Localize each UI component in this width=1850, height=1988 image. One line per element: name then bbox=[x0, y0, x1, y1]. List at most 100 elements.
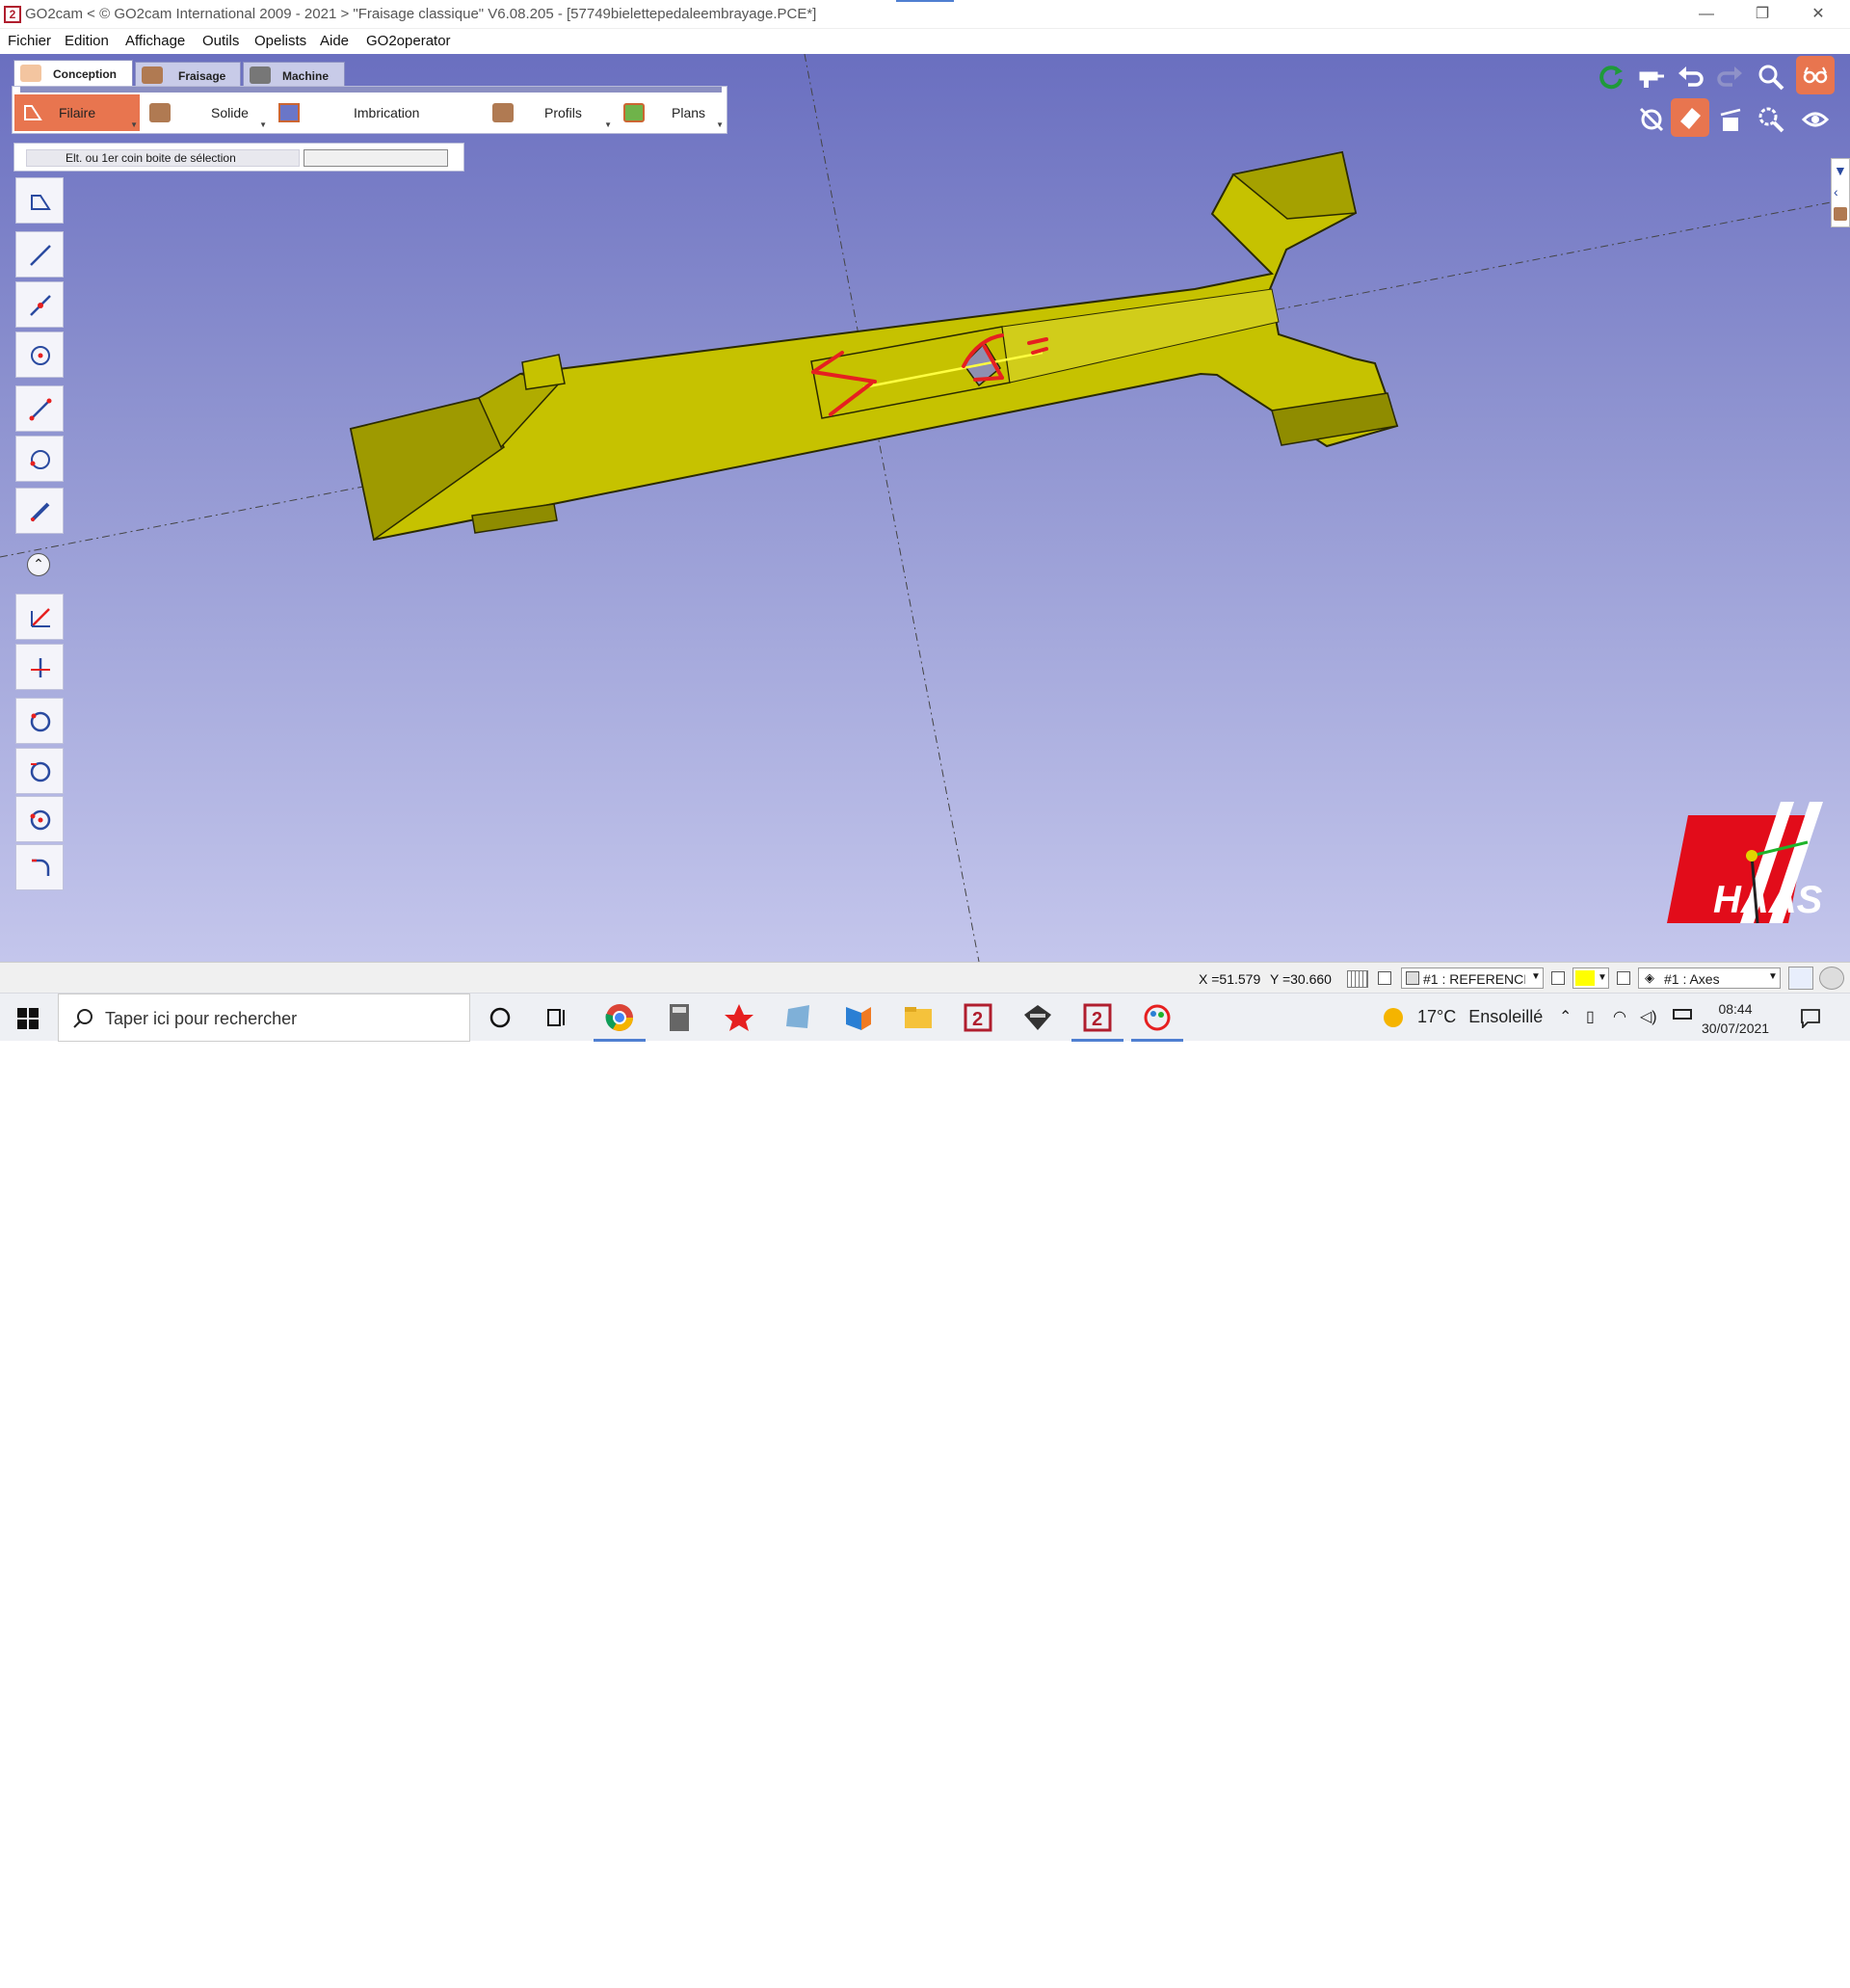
dropdown-arrow-icon[interactable]: ▼ bbox=[604, 120, 612, 129]
pen-tool-button[interactable] bbox=[15, 488, 64, 534]
regenerate-button[interactable] bbox=[1592, 58, 1630, 96]
tab-conception[interactable]: Conception bbox=[13, 60, 133, 88]
zoom-window-button[interactable] bbox=[1752, 100, 1790, 139]
circle-tangent-tool-button[interactable] bbox=[15, 748, 64, 794]
filter-icon[interactable]: ▼ bbox=[1834, 163, 1847, 178]
part-drawing bbox=[0, 54, 1832, 962]
calculator-taskbar-button[interactable] bbox=[663, 1001, 696, 1034]
tab-fraisage[interactable]: Fraisage bbox=[135, 62, 241, 88]
go2cam-taskbar-button-2[interactable]: 2 bbox=[1071, 1001, 1123, 1042]
device-icon[interactable]: ▯ bbox=[1586, 1007, 1595, 1026]
eye-button[interactable] bbox=[1796, 100, 1835, 139]
dropdown-arrow-icon[interactable]: ▼ bbox=[716, 120, 724, 129]
menu-edition[interactable]: Edition bbox=[65, 33, 109, 49]
polyline-tool-button[interactable] bbox=[15, 177, 64, 224]
graphics-viewport[interactable]: HAAS bbox=[0, 54, 1850, 962]
part-icon[interactable] bbox=[1834, 207, 1847, 221]
angle-line-tool-button[interactable] bbox=[15, 594, 64, 640]
tray-chevron-up-icon[interactable]: ⌃ bbox=[1559, 1007, 1572, 1026]
ribbon-filaire-label: Filaire bbox=[59, 105, 96, 120]
tab-machine[interactable]: Machine bbox=[243, 62, 345, 88]
go2cam-icon: 2 bbox=[1083, 1003, 1112, 1032]
weather-text: Ensoleillé bbox=[1468, 1007, 1544, 1026]
taskbar-search[interactable]: Taper ici pour rechercher bbox=[58, 994, 470, 1042]
close-button[interactable]: ✕ bbox=[1796, 0, 1840, 29]
redo-button[interactable] bbox=[1711, 58, 1750, 96]
menu-go2operator[interactable]: GO2operator bbox=[366, 33, 451, 49]
coord-y: Y =30.660 bbox=[1270, 971, 1332, 987]
clean-button[interactable] bbox=[1711, 100, 1750, 139]
perpendicular-tool-button[interactable] bbox=[15, 644, 64, 690]
ribbon-solide-label: Solide bbox=[211, 105, 249, 120]
dropdown-arrow-icon[interactable]: ▼ bbox=[259, 120, 267, 129]
ribbon-plans-button[interactable]: Plans ▼ bbox=[616, 94, 726, 131]
regenerate-icon bbox=[1599, 66, 1623, 90]
line-tool-button[interactable] bbox=[15, 231, 64, 278]
circle-center-tool-button[interactable] bbox=[15, 331, 64, 378]
notification-icon[interactable] bbox=[1800, 1007, 1821, 1028]
circle-point-tool-button[interactable] bbox=[15, 796, 64, 842]
layer-select[interactable]: #1 : REFERENCI ▼ bbox=[1401, 967, 1544, 989]
color-checkbox[interactable] bbox=[1551, 971, 1565, 985]
menu-fichier[interactable]: Fichier bbox=[8, 33, 51, 49]
file-explorer-taskbar-button[interactable] bbox=[902, 1001, 935, 1034]
paint-taskbar-button[interactable] bbox=[1131, 1001, 1183, 1042]
ribbon-profils-button[interactable]: Profils ▼ bbox=[485, 94, 614, 131]
ribbon-solide-button[interactable]: Solide ▼ bbox=[142, 94, 269, 131]
arc-tool-button[interactable] bbox=[15, 436, 64, 482]
ribbon-imbrication-button[interactable]: Imbrication bbox=[271, 94, 483, 131]
haas-logo: HAAS bbox=[1667, 802, 1823, 924]
volume-icon[interactable]: ◁) bbox=[1640, 1007, 1657, 1026]
app-red-taskbar-button[interactable] bbox=[723, 1001, 755, 1034]
axes-checkbox[interactable] bbox=[1617, 971, 1630, 985]
view-cube-icon[interactable] bbox=[1788, 967, 1813, 990]
ribbon-filaire-button[interactable]: Filaire ▼ bbox=[14, 94, 140, 131]
drill-button[interactable] bbox=[1632, 58, 1671, 96]
minimize-button[interactable]: — bbox=[1684, 0, 1729, 29]
dropdown-arrow-icon[interactable]: ▼ bbox=[130, 120, 138, 129]
menu-outils[interactable]: Outils bbox=[202, 33, 239, 49]
eraser-button[interactable] bbox=[1671, 98, 1709, 137]
restore-button[interactable]: ❐ bbox=[1740, 0, 1784, 29]
color-select[interactable]: ▼ bbox=[1572, 967, 1609, 989]
glasses-button[interactable] bbox=[1796, 56, 1835, 94]
hide-button[interactable] bbox=[1632, 100, 1671, 139]
app-blue-taskbar-button[interactable] bbox=[782, 1001, 815, 1034]
menu-affichage[interactable]: Affichage bbox=[125, 33, 185, 49]
ribbon-strip bbox=[20, 87, 722, 93]
tab-fraisage-label: Fraisage bbox=[178, 69, 226, 83]
app-dark-taskbar-button[interactable] bbox=[1021, 1001, 1054, 1034]
menu-opelists[interactable]: Opelists bbox=[254, 33, 306, 49]
chevron-left-icon[interactable]: ‹ bbox=[1834, 184, 1847, 199]
line-point-tool-button[interactable] bbox=[15, 281, 64, 328]
grid-checkbox[interactable] bbox=[1378, 971, 1391, 985]
part-tab bbox=[521, 354, 566, 390]
prompt-input[interactable] bbox=[304, 149, 448, 167]
collapse-icon[interactable]: ⌃ bbox=[27, 553, 50, 576]
clock-date: 30/07/2021 bbox=[1702, 1021, 1770, 1036]
task-view-button[interactable] bbox=[542, 1001, 574, 1034]
circle-3pt-tool-button[interactable] bbox=[15, 698, 64, 744]
angle-line-tool-icon bbox=[31, 608, 50, 627]
grid-icon[interactable] bbox=[1347, 970, 1368, 988]
line-tool-icon bbox=[30, 245, 51, 266]
circle-tangent-tool-icon bbox=[30, 761, 51, 782]
zoom-button[interactable] bbox=[1752, 58, 1790, 96]
axes-select[interactable]: ◈ #1 : Axes ▼ bbox=[1638, 967, 1781, 989]
battery-icon[interactable] bbox=[1673, 1009, 1692, 1020]
cortana-button[interactable] bbox=[484, 1001, 516, 1034]
weather-widget[interactable]: 17°C Ensoleillé bbox=[1384, 1007, 1544, 1028]
segment-tool-button[interactable] bbox=[15, 385, 64, 432]
fillet-tool-button[interactable] bbox=[15, 844, 64, 890]
windows-start-icon[interactable] bbox=[17, 1008, 39, 1029]
menu-aide[interactable]: Aide bbox=[320, 33, 349, 49]
undo-button[interactable] bbox=[1671, 58, 1709, 96]
clock[interactable]: 08:44 30/07/2021 bbox=[1702, 999, 1769, 1038]
go2cam-taskbar-button-1[interactable]: 2 bbox=[962, 1001, 994, 1034]
tab-machine-label: Machine bbox=[282, 69, 330, 83]
app-vs-taskbar-button[interactable] bbox=[842, 1001, 875, 1034]
wifi-icon[interactable]: ◠ bbox=[1613, 1007, 1626, 1026]
chrome-taskbar-button[interactable] bbox=[594, 1001, 646, 1042]
calculator-icon bbox=[670, 1004, 689, 1031]
help-icon[interactable] bbox=[1819, 967, 1844, 990]
